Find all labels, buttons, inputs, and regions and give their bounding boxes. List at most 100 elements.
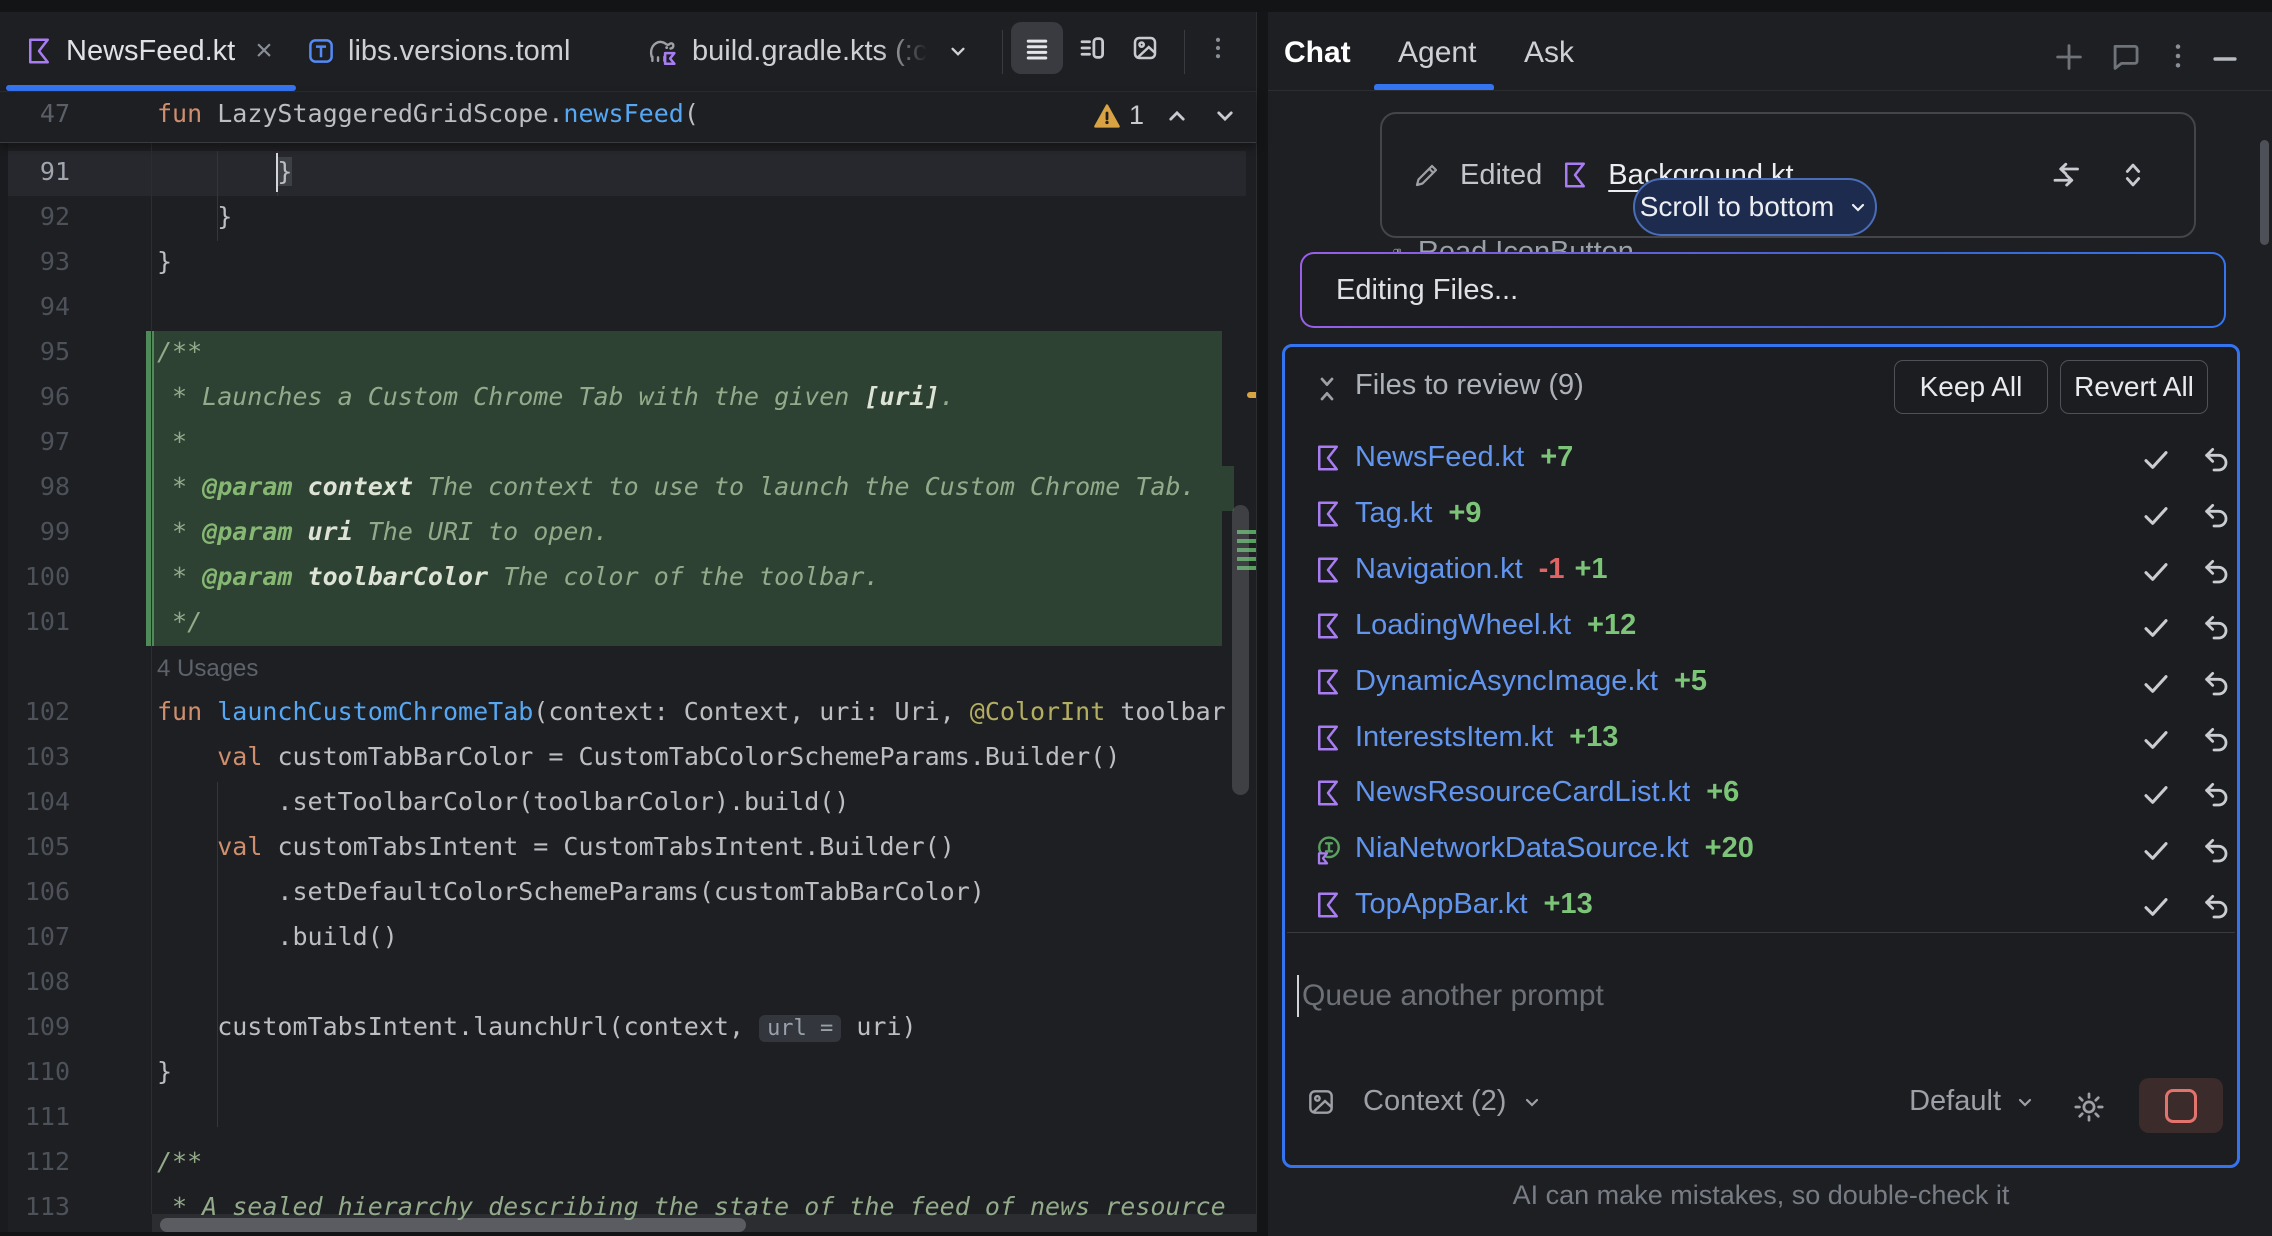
keep-file-button[interactable] [2140,444,2172,476]
context-selector[interactable]: Context (2) [1305,1085,1544,1118]
added-count: +13 [1569,721,1618,753]
close-icon[interactable]: × [255,34,273,68]
code-line-96[interactable]: 96 * Launches a Custom Chrome Tab with t… [0,376,1246,421]
editor-vertical-scrollbar[interactable] [1232,505,1249,795]
file-review-row[interactable]: NewsFeed.kt+7 [1288,431,2237,485]
kotlin-icon [1313,611,1343,641]
revert-file-button[interactable] [2200,891,2232,923]
file-link[interactable]: DynamicAsyncImage.kt+5 [1355,665,1707,698]
model-selector[interactable]: Default [1909,1085,2037,1118]
new-chat-button[interactable] [2052,40,2086,74]
code-line-94[interactable]: 94 [0,286,1246,331]
file-review-row[interactable]: Navigation.kt-1+1 [1288,543,2237,597]
file-link[interactable]: Navigation.kt-1+1 [1355,553,1608,586]
chevron-down-icon[interactable] [945,38,971,64]
code-line-105[interactable]: 105 val customTabsIntent = CustomTabsInt… [0,826,1246,871]
stop-button[interactable] [2139,1078,2223,1133]
tab-agent[interactable]: Agent [1398,36,1476,70]
file-link[interactable]: NewsFeed.kt+7 [1355,441,1573,474]
file-link[interactable]: NewsResourceCardList.kt+6 [1355,776,1739,809]
code-line-99[interactable]: 99 * @param uri The URI to open. [0,511,1246,556]
keep-file-button[interactable] [2140,556,2172,588]
code-line-110[interactable]: 110} [0,1051,1246,1096]
code-line-97[interactable]: 97 * [0,421,1246,466]
code-line-92[interactable]: 92 } [0,196,1246,241]
code-line-101[interactable]: 101 */ [0,601,1246,646]
code-line-98[interactable]: 98 * @param context The context to use t… [0,466,1246,511]
keep-file-button[interactable] [2140,612,2172,644]
next-warning-icon[interactable] [1210,101,1240,131]
file-review-row[interactable]: NewsResourceCardList.kt+6 [1288,766,2237,820]
code-segment: } [157,247,172,276]
code-segment: customTabBarColor = CustomTabColorScheme… [277,742,1120,771]
file-review-list: NewsFeed.kt+7 Tag.kt+9 Navigation.kt-1+1 Lo… [1285,347,2237,932]
tab-ask[interactable]: Ask [1524,36,1574,70]
revert-file-button[interactable] [2200,612,2232,644]
code-line-111[interactable]: 111 [0,1096,1246,1141]
code-line-93[interactable]: 93} [0,241,1246,286]
revert-file-button[interactable] [2200,724,2232,756]
file-review-row[interactable]: InterestsItem.kt+13 [1288,711,2237,765]
keep-file-button[interactable] [2140,835,2172,867]
code-line-104[interactable]: 104 .setToolbarColor(toolbarColor).build… [0,781,1246,826]
keep-file-button[interactable] [2140,500,2172,532]
file-review-row[interactable]: Tag.kt+9 [1288,487,2237,541]
prev-warning-icon[interactable] [1162,101,1192,131]
code-text: val customTabBarColor = CustomTabColorSc… [157,742,1120,771]
editor-view-button[interactable] [1011,22,1063,74]
gradle-icon [646,34,680,68]
code-line-100[interactable]: 100 * @param toolbarColor The color of t… [0,556,1246,601]
hide-panel-button[interactable] [2208,42,2242,76]
file-link[interactable]: TopAppBar.kt+13 [1355,888,1593,921]
code-line-102[interactable]: 102fun launchCustomChromeTab(context: Co… [0,691,1246,736]
code-line-106[interactable]: 106 .setDefaultColorSchemeParams(customT… [0,871,1246,916]
code-line-108[interactable]: 108 [0,961,1246,1006]
sticky-code-line[interactable]: 47 fun LazyStaggeredGridScope.newsFeed( … [0,92,1256,143]
tab-chat[interactable]: Chat [1284,36,1351,70]
keep-file-button[interactable] [2140,779,2172,811]
chat-history-button[interactable] [2108,40,2142,74]
prompt-input[interactable]: Queue another prompt [1302,979,1604,1013]
ide-window: NewsFeed.kt × libs.versions.toml build.g… [0,0,2272,1236]
file-link[interactable]: InterestsItem.kt+13 [1355,721,1618,754]
tab-newsfeed[interactable]: NewsFeed.kt × [24,12,273,90]
file-review-row[interactable]: TopAppBar.kt+13 [1288,878,2237,932]
removed-count: -1 [1539,553,1565,585]
file-review-row[interactable]: DynamicAsyncImage.kt+5 [1288,655,2237,709]
revert-file-button[interactable] [2200,444,2232,476]
chat-more-button[interactable] [2162,40,2194,72]
plus-icon [2052,40,2086,74]
editor-more-button[interactable] [1192,22,1244,74]
revert-file-button[interactable] [2200,668,2232,700]
tab-build-gradle[interactable]: build.gradle.kts (:c [646,12,971,90]
code-segment: } [157,202,232,231]
file-link[interactable]: NiaNetworkDataSource.kt+20 [1355,832,1754,865]
code-editor[interactable]: 91 }92 }93}9495/**96 * Launches a Custom… [0,92,1260,1236]
code-line-112[interactable]: 112/** [0,1141,1246,1186]
scroll-to-bottom-button[interactable]: Scroll to bottom [1633,178,1877,236]
expand-collapse-icon[interactable] [2116,158,2150,192]
revert-file-button[interactable] [2200,779,2232,811]
split-view-button[interactable] [1066,22,1118,74]
revert-file-button[interactable] [2200,556,2232,588]
file-review-row[interactable]: NiaNetworkDataSource.kt+20 [1288,822,2237,876]
code-line-107[interactable]: 107 .build() [0,916,1246,961]
keep-file-button[interactable] [2140,724,2172,756]
revert-file-button[interactable] [2200,500,2232,532]
preview-button[interactable] [1119,22,1171,74]
code-line-109[interactable]: 109 customTabsIntent.launchUrl(context, … [0,1006,1246,1051]
keep-file-button[interactable] [2140,891,2172,923]
code-line-103[interactable]: 103 val customTabBarColor = CustomTabCol… [0,736,1246,781]
file-review-row[interactable]: LoadingWheel.kt+12 [1288,599,2237,653]
show-diff-icon[interactable] [2046,157,2082,193]
usages-inlay-hint[interactable]: 4 Usages [157,646,957,691]
code-line-91[interactable]: 91 } [0,151,1246,196]
code-line-95[interactable]: 95/** [0,331,1246,376]
file-link[interactable]: LoadingWheel.kt+12 [1355,609,1636,642]
keep-file-button[interactable] [2140,668,2172,700]
revert-file-button[interactable] [2200,835,2232,867]
chat-scrollbar[interactable] [2260,140,2269,245]
tab-libs-versions[interactable]: libs.versions.toml [306,12,570,90]
file-link[interactable]: Tag.kt+9 [1355,497,1481,530]
settings-button[interactable] [2069,1085,2109,1129]
